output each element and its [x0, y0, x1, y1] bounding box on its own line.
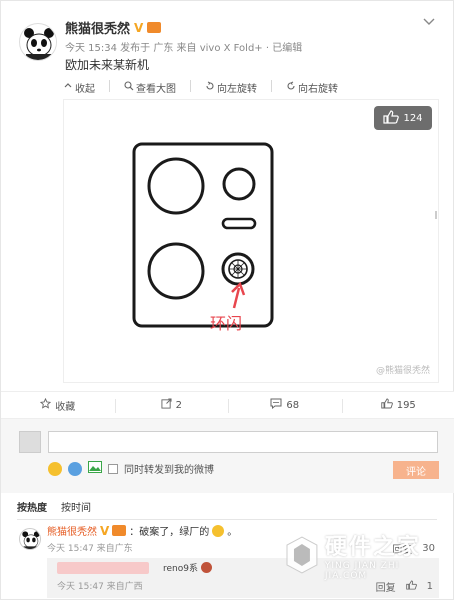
verified-v-icon: V — [100, 523, 110, 538]
collapse-button[interactable]: 收起 — [63, 80, 95, 95]
divider — [17, 519, 437, 520]
comment-icon — [270, 398, 282, 412]
author-avatar[interactable] — [19, 23, 57, 61]
author-row: 熊猫很秃然 V — [65, 18, 162, 37]
rotate-right-icon — [286, 81, 296, 94]
reply-meta: 今天 15:47 来自广西 — [57, 582, 143, 592]
comment-body: 熊猫很秃然 V ：破案了，绿厂的 。 — [47, 523, 238, 539]
at-icon[interactable] — [68, 461, 82, 476]
post-action-bar: 收藏 2 68 195 — [1, 391, 454, 419]
comment-text: ：破案了，绿厂的 — [129, 527, 210, 538]
reply-author-redacted — [57, 562, 149, 574]
zoom-icon — [124, 81, 134, 94]
repost-checkbox[interactable] — [108, 463, 118, 474]
camera-module-sketch — [132, 142, 274, 328]
user-avatar[interactable] — [19, 431, 41, 453]
level-badge-icon — [112, 525, 127, 536]
level-badge-icon — [147, 22, 162, 33]
rotate-right-button[interactable]: 向右旋转 — [286, 80, 338, 95]
author-name[interactable]: 熊猫很秃然 — [65, 18, 130, 37]
post-text: 欧加未来某新机 — [65, 58, 150, 72]
comment-compose: 同时转发到我的微博 评论 — [1, 419, 454, 493]
rotate-left-label: 向左旋转 — [217, 84, 257, 95]
emoji-icon — [200, 562, 212, 573]
comment-author[interactable]: 熊猫很秃然 — [47, 523, 97, 538]
repost-count: 2 — [175, 399, 182, 411]
tab-sort-hot[interactable]: 按热度 — [17, 499, 47, 519]
like-button[interactable]: 195 — [341, 392, 454, 418]
image-icon[interactable] — [88, 461, 102, 476]
collapse-icon — [63, 81, 73, 94]
view-large-button[interactable]: 查看大图 — [124, 80, 176, 95]
comment-button[interactable]: 68 — [228, 392, 342, 418]
reply-text: reno9系 — [163, 564, 198, 574]
image-watermark: @熊猫很秃然 — [375, 366, 430, 376]
repost-button[interactable]: 2 — [114, 392, 229, 418]
site-name: 硬件之家 — [324, 535, 421, 560]
comment-input[interactable] — [48, 431, 438, 453]
weibo-post-card: 熊猫很秃然 V 今天 15:34 发布于 广东 来自 vivo X Fold+ … — [0, 0, 454, 600]
toolbar-divider — [109, 80, 110, 92]
view-large-label: 查看大图 — [136, 84, 176, 95]
image-toolbar: 收起 查看大图 向左旋转 向右旋转 — [63, 80, 338, 95]
tab-sort-time[interactable]: 按时间 — [61, 499, 91, 519]
post-meta: 今天 15:34 发布于 广东 来自 vivo X Fold+ · 已编辑 — [65, 43, 303, 54]
scrollbar[interactable] — [435, 211, 437, 219]
thumbs-up-icon — [383, 109, 400, 127]
star-icon — [40, 397, 52, 412]
rotate-right-label: 向右旋转 — [298, 84, 338, 95]
favorite-button[interactable]: 收藏 — [1, 392, 115, 418]
compose-tools: 同时转发到我的微博 — [48, 461, 214, 476]
collapse-label: 收起 — [75, 84, 95, 95]
comment-meta: 今天 15:47 来自广东 — [47, 544, 133, 554]
repost-icon — [161, 398, 172, 412]
site-subtitle: YING JIAN ZHI JIA.COM — [324, 561, 400, 581]
repost-checkbox-label: 同时转发到我的微博 — [124, 465, 214, 476]
image-like-button[interactable]: 124 — [374, 106, 432, 130]
rotate-left-button[interactable]: 向左旋转 — [205, 80, 257, 95]
emoji-icon[interactable] — [48, 461, 62, 476]
hexagon-logo-icon — [286, 536, 318, 574]
toolbar-divider — [271, 80, 272, 92]
comment-author-avatar[interactable] — [19, 528, 41, 550]
image-like-count: 124 — [403, 112, 423, 124]
comment-sort-tabs: 按热度 按时间 — [1, 499, 454, 519]
comment-suffix: 。 — [227, 527, 238, 538]
post-image[interactable]: 环闪 124 @熊猫很秃然 — [63, 99, 439, 383]
reply-body: reno9系 — [163, 561, 212, 574]
chevron-down-icon[interactable] — [423, 15, 435, 29]
favorite-label: 收藏 — [55, 401, 76, 413]
thumbs-up-icon — [381, 398, 393, 412]
toolbar-divider — [190, 80, 191, 92]
comment-count: 68 — [286, 399, 300, 411]
image-annotation: 环闪 — [210, 314, 243, 333]
like-count: 195 — [396, 399, 416, 411]
verified-v-icon: V — [134, 20, 144, 35]
submit-comment-button[interactable]: 评论 — [393, 461, 439, 479]
rotate-left-icon — [205, 81, 215, 94]
emoji-icon — [212, 524, 225, 537]
site-logo-watermark: 硬件之家 YING JIAN ZHI JIA.COM — [285, 524, 445, 586]
